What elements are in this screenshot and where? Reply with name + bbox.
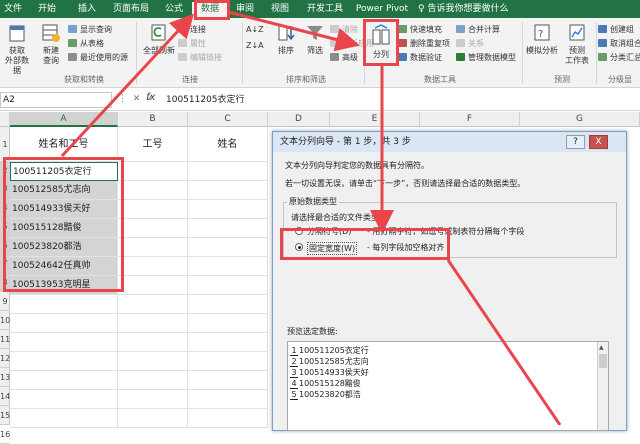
- preview-row-number: 4: [290, 379, 298, 389]
- empty-cell[interactable]: [10, 371, 118, 390]
- cell-c3[interactable]: [188, 181, 268, 200]
- cell-b7[interactable]: [118, 257, 188, 276]
- delimited-label: 分隔符号(D): [307, 227, 352, 236]
- scroll-up-icon[interactable]: ▲: [599, 344, 604, 351]
- empty-cell[interactable]: [188, 352, 268, 371]
- cell-b5[interactable]: [118, 219, 188, 238]
- preview-pane[interactable]: 1 100511205衣定行 2 100512585尤志向 3 100514933侯天好 4…: [287, 341, 609, 431]
- row-header[interactable]: 16: [0, 425, 10, 444]
- preview-row-number: 5: [290, 390, 298, 400]
- cell-c7[interactable]: [188, 257, 268, 276]
- preview-row-text: 100523820都浩: [299, 390, 361, 399]
- cell-b1[interactable]: 工号: [118, 127, 188, 162]
- empty-cell[interactable]: [118, 371, 188, 390]
- cell-c1[interactable]: 姓名: [188, 127, 268, 162]
- empty-cell[interactable]: [118, 352, 188, 371]
- cell-a7[interactable]: 100524642任真帅: [10, 257, 118, 276]
- cell-a5[interactable]: 100515128黯俊: [10, 219, 118, 238]
- empty-cell[interactable]: [188, 371, 268, 390]
- dialog-intro-line-1: 文本分列向导判定您的数据具有分隔符。: [285, 161, 429, 170]
- empty-cell[interactable]: [118, 333, 188, 352]
- cell-b3[interactable]: [118, 181, 188, 200]
- help-button[interactable]: ?: [566, 135, 585, 149]
- delimited-description: - 用分隔字符，如逗号或制表符分隔每个字段: [367, 227, 525, 236]
- cell-a2[interactable]: 100511205衣定行: [10, 162, 118, 181]
- cell-a6[interactable]: 100523820都浩: [10, 238, 118, 257]
- close-button[interactable]: X: [589, 135, 608, 149]
- preview-row: 5 100523820都浩: [290, 389, 361, 400]
- preview-row: 1 100511205衣定行: [290, 345, 369, 356]
- empty-cell[interactable]: [118, 314, 188, 333]
- preview-row-number: 2: [290, 357, 298, 367]
- scroll-thumb[interactable]: [599, 354, 607, 368]
- fixed-width-description: - 每列字段加空格对齐: [367, 243, 445, 252]
- fixed-width-label: 固定宽度(W): [307, 242, 358, 255]
- empty-cell[interactable]: [188, 295, 268, 314]
- empty-cell[interactable]: [118, 409, 188, 428]
- empty-cell[interactable]: [10, 352, 118, 371]
- preview-row-text: 100515128黯俊: [299, 379, 361, 388]
- choose-type-label: 请选择最合适的文件类型:: [291, 213, 382, 222]
- empty-cell[interactable]: [10, 390, 118, 409]
- cell-c6[interactable]: [188, 238, 268, 257]
- cell-a3[interactable]: 100512585尤志向: [10, 181, 118, 200]
- preview-row-number: 1: [290, 346, 298, 356]
- preview-row: 4 100515128黯俊: [290, 378, 361, 389]
- text-to-columns-wizard-dialog: 文本分列向导 - 第 1 步，共 3 步 ? X 文本分列向导判定您的数据具有分…: [272, 131, 627, 431]
- cell-b6[interactable]: [118, 238, 188, 257]
- cell-c4[interactable]: [188, 200, 268, 219]
- empty-cell[interactable]: [10, 409, 118, 428]
- cell-c8[interactable]: [188, 276, 268, 295]
- preview-row-text: 100512585尤志向: [299, 357, 369, 366]
- cell-c5[interactable]: [188, 219, 268, 238]
- preview-row: 3 100514933侯天好: [290, 367, 369, 378]
- empty-cell[interactable]: [118, 295, 188, 314]
- dialog-intro-line-2: 若一切设置无误，请单击“下一步”，否则请选择最合适的数据类型。: [285, 179, 526, 188]
- cell-b8[interactable]: [118, 276, 188, 295]
- cell-a8[interactable]: 100513953克明星: [10, 276, 118, 295]
- cell-b2[interactable]: [118, 162, 188, 181]
- empty-cell[interactable]: [10, 314, 118, 333]
- empty-cell[interactable]: [10, 295, 118, 314]
- empty-cell[interactable]: [188, 390, 268, 409]
- group-title: 原始数据类型: [287, 196, 339, 207]
- cell-b4[interactable]: [118, 200, 188, 219]
- cell-a4[interactable]: 100514933侯天好: [10, 200, 118, 219]
- cell-c2[interactable]: [188, 162, 268, 181]
- cell-a1[interactable]: 姓名和工号: [10, 127, 118, 162]
- empty-cell[interactable]: [188, 333, 268, 352]
- preview-row-text: 100511205衣定行: [299, 346, 369, 355]
- preview-scrollbar[interactable]: ▲: [597, 342, 608, 430]
- preview-row-number: 3: [290, 368, 298, 378]
- empty-cell[interactable]: [118, 390, 188, 409]
- empty-cell[interactable]: [188, 409, 268, 428]
- delimited-radio[interactable]: [295, 227, 303, 235]
- preview-row: 2 100512585尤志向: [290, 356, 369, 367]
- preview-title: 预览选定数据:: [287, 327, 338, 336]
- empty-cell[interactable]: [10, 333, 118, 352]
- empty-cell[interactable]: [188, 314, 268, 333]
- preview-row-text: 100514933侯天好: [299, 368, 369, 377]
- fixed-width-radio[interactable]: [295, 243, 303, 251]
